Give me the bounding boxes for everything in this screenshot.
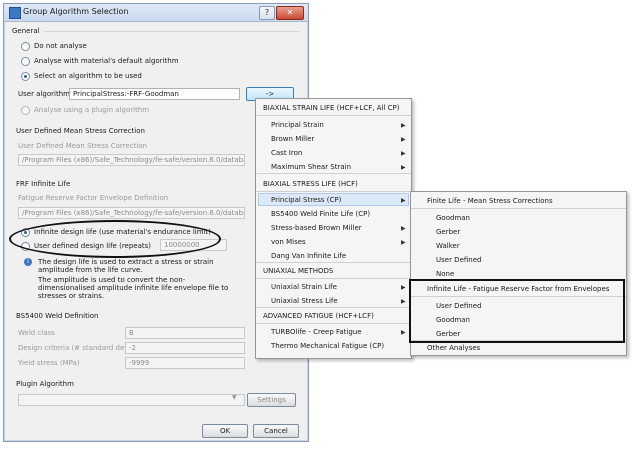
menu-item-uniaxial-stress[interactable]: Uniaxial Stress Life [271, 297, 338, 305]
design-criteria-field[interactable]: -2 [125, 342, 245, 354]
menu-item-other-analyses[interactable]: Other Analyses [427, 344, 480, 352]
menu-item-principal-strain[interactable]: Principal Strain [271, 121, 324, 129]
frf-label: Fatigue Reserve Factor Envelope Definiti… [18, 194, 169, 202]
menu-separator [256, 191, 411, 192]
menu-item-von-mises[interactable]: von Mises [271, 238, 306, 246]
submenu-arrow-icon: ▶ [401, 122, 406, 129]
menu-item-goodman[interactable]: Goodman [436, 214, 470, 222]
settings-button[interactable]: Settings [247, 393, 296, 407]
frf-section-label: FRF Infinite Life [16, 180, 71, 188]
menu-item-thermo-mechanical[interactable]: Thermo Mechanical Fatigue (CP) [271, 342, 384, 350]
info-text-2: The amplitude is used to convert the non… [38, 276, 229, 300]
divider [44, 31, 299, 32]
weld-class-field[interactable]: B [125, 327, 245, 339]
radio-do-not-analyse[interactable] [21, 42, 30, 51]
menu-separator [256, 262, 411, 263]
weld-class-label: Weld class [18, 329, 55, 337]
submenu-arrow-icon: ▶ [401, 225, 406, 232]
plugin-select[interactable] [18, 394, 245, 406]
yield-stress-label: Yield stress (MPa) [18, 359, 80, 367]
menu-header: BIAXIAL STRESS LIFE (HCF) [263, 180, 358, 188]
mean-stress-label: User Defined Mean Stress Correction [18, 142, 147, 150]
menu-separator [256, 307, 411, 308]
annotation-ellipse [9, 220, 221, 258]
bs5400-section-label: BS5400 Weld Definition [16, 312, 99, 320]
menu-separator [256, 323, 411, 324]
plugin-section-label: Plugin Algorithm [16, 380, 74, 388]
menu-item-principal-stress[interactable]: Principal Stress (CP) [271, 196, 341, 204]
menu-item-walker[interactable]: Walker [436, 242, 460, 250]
submenu-arrow-icon: ▶ [401, 298, 406, 305]
general-section-label: General [12, 27, 40, 35]
user-algorithm-label: User algorithm [18, 90, 70, 98]
menu-separator [256, 173, 411, 174]
menu-item-brown-miller[interactable]: Brown Miller [271, 135, 314, 143]
chevron-down-icon: ▼ [232, 394, 237, 401]
menu-item-turbolife[interactable]: TURBOlife - Creep Fatigue [271, 328, 362, 336]
menu-item-none[interactable]: None [436, 270, 454, 278]
menu-item-user-defined[interactable]: User Defined [436, 256, 481, 264]
radio-select-algorithm[interactable] [21, 72, 30, 81]
menu-item-stress-brown-miller[interactable]: Stress-based Brown Miller [271, 224, 362, 232]
menu-item-max-shear-strain[interactable]: Maximum Shear Strain [271, 163, 351, 171]
info-icon: i [24, 258, 32, 266]
menu-header: ADVANCED FATIGUE (HCF+LCF) [263, 312, 374, 320]
user-algorithm-field[interactable]: PrincipalStress:-FRF-Goodman [69, 88, 240, 100]
title-bar[interactable]: Group Algorithm Selection ? ✕ [4, 4, 308, 22]
menu-item-dang-van[interactable]: Dang Van Infinite Life [271, 252, 346, 260]
menu-item-cast-iron[interactable]: Cast Iron [271, 149, 302, 157]
ok-button[interactable]: OK [202, 424, 248, 438]
yield-stress-field[interactable]: -9999 [125, 357, 245, 369]
submenu-arrow-icon: ▶ [401, 197, 406, 204]
menu-item-bs5400[interactable]: BS5400 Weld Finite Life (CP) [271, 210, 370, 218]
annotation-box [409, 279, 625, 343]
radio-label: Select an algorithm to be used [34, 72, 142, 80]
frf-path-field[interactable]: /Program Files (x86)/Safe_Technology/fe-… [18, 207, 245, 219]
mean-stress-path-field[interactable]: /Program Files (x86)/Safe_Technology/fe-… [18, 154, 245, 166]
algorithm-menu: BIAXIAL STRAIN LIFE (HCF+LCF, All CP) Pr… [255, 98, 412, 359]
dialog-title: Group Algorithm Selection [23, 7, 129, 16]
app-icon [9, 7, 21, 19]
radio-label: Analyse using a plugin algorithm [34, 106, 150, 114]
menu-separator [411, 208, 626, 209]
help-icon[interactable]: ? [259, 6, 275, 20]
menu-header: BIAXIAL STRAIN LIFE (HCF+LCF, All CP) [263, 104, 400, 112]
radio-plugin[interactable] [21, 106, 30, 115]
menu-item-uniaxial-strain[interactable]: Uniaxial Strain Life [271, 283, 337, 291]
submenu-arrow-icon: ▶ [401, 164, 406, 171]
radio-default-algorithm[interactable] [21, 57, 30, 66]
menu-separator [256, 278, 411, 279]
menu-header: UNIAXIAL METHODS [263, 267, 334, 275]
radio-label: Analyse with material's default algorith… [34, 57, 179, 65]
submenu-arrow-icon: ▶ [401, 329, 406, 336]
radio-label: Do not analyse [34, 42, 87, 50]
menu-header: Finite Life - Mean Stress Corrections [427, 197, 553, 205]
menu-item-gerber[interactable]: Gerber [436, 228, 460, 236]
cancel-button[interactable]: Cancel [253, 424, 299, 438]
design-criteria-label: Design criteria (# standard devns) [18, 344, 140, 352]
submenu-arrow-icon: ▶ [401, 239, 406, 246]
submenu-arrow-icon: ▶ [401, 150, 406, 157]
menu-separator [256, 115, 411, 116]
submenu-arrow-icon: ▶ [401, 284, 406, 291]
mean-stress-section-label: User Defined Mean Stress Correction [16, 127, 145, 135]
submenu-arrow-icon: ▶ [401, 136, 406, 143]
close-icon[interactable]: ✕ [276, 6, 304, 20]
info-text-1: The design life is used to extract a str… [38, 258, 214, 274]
